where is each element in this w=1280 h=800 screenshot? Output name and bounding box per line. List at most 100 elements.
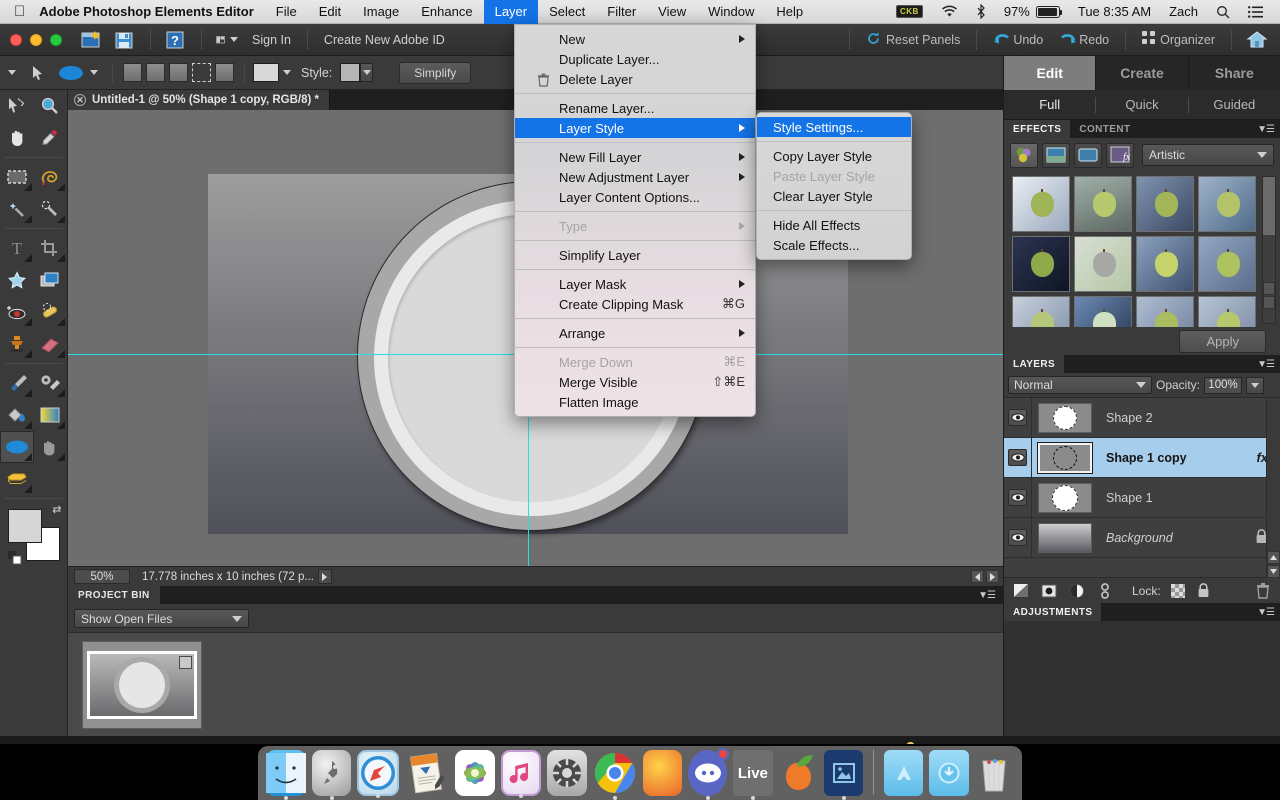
- menu-item-clear-layer-style[interactable]: Clear Layer Style: [757, 186, 911, 206]
- new-fill-layer-icon[interactable]: [1012, 582, 1030, 600]
- photoshop-elements-icon[interactable]: [823, 750, 864, 800]
- menu-item-layer-mask[interactable]: Layer Mask: [515, 274, 755, 294]
- menu-item-new[interactable]: New: [515, 29, 755, 49]
- lasso-tool[interactable]: [34, 161, 68, 193]
- adjustment-layer-icon[interactable]: [1068, 582, 1086, 600]
- save-icon[interactable]: [114, 30, 136, 50]
- effects-thumbnail-grid[interactable]: [1004, 172, 1280, 327]
- effect-thumbnail[interactable]: [1074, 236, 1132, 292]
- minimize-window-button[interactable]: [30, 33, 42, 46]
- effect-thumbnail[interactable]: [1074, 176, 1132, 232]
- style-swatch[interactable]: [340, 63, 361, 82]
- layer-visibility-toggle[interactable]: [1004, 477, 1032, 518]
- menu-item-merge-visible[interactable]: Merge Visible ⇧⌘E: [515, 372, 755, 392]
- panel-menu-icon[interactable]: ▼☰: [1257, 359, 1280, 370]
- move-tool-icon[interactable]: [20, 65, 56, 81]
- edit-mode-full[interactable]: Full: [1004, 97, 1095, 112]
- shape-area-exclude-button[interactable]: [215, 63, 234, 82]
- input-source-indicator[interactable]: CKB: [887, 5, 932, 18]
- tab-effects[interactable]: EFFECTS: [1004, 120, 1071, 138]
- menu-item-scale-effects[interactable]: Scale Effects...: [757, 235, 911, 255]
- layer-name[interactable]: Shape 2: [1106, 411, 1153, 425]
- quick-selection-tool[interactable]: [34, 193, 68, 225]
- menu-item-hide-all-effects[interactable]: Hide All Effects: [757, 215, 911, 235]
- project-bin-filter-select[interactable]: Show Open Files: [74, 609, 249, 628]
- swap-colors-icon[interactable]: ⇄: [52, 503, 61, 516]
- menu-item-new-fill-layer[interactable]: New Fill Layer: [515, 147, 755, 167]
- menu-filter[interactable]: Filter: [596, 0, 647, 24]
- menu-item-style-settings[interactable]: Style Settings...: [757, 117, 911, 137]
- apply-button[interactable]: Apply: [1179, 329, 1266, 353]
- status-scroll-left-icon[interactable]: [971, 570, 984, 583]
- bluetooth-icon[interactable]: [967, 4, 995, 19]
- shape-chevron-icon[interactable]: [90, 70, 98, 75]
- menu-image[interactable]: Image: [352, 0, 410, 24]
- menu-select[interactable]: Select: [538, 0, 596, 24]
- battery-indicator[interactable]: 97%: [995, 4, 1069, 19]
- opacity-chevron-icon[interactable]: [1246, 376, 1265, 394]
- search-icon[interactable]: [1207, 5, 1239, 19]
- menu-help[interactable]: Help: [765, 0, 814, 24]
- redo-icon[interactable]: [1051, 31, 1078, 48]
- layer-name[interactable]: Shape 1 copy: [1106, 451, 1187, 465]
- panel-menu-icon[interactable]: ▼☰: [1257, 124, 1280, 135]
- effects-scrollbar[interactable]: [1262, 176, 1276, 324]
- layer-thumbnail[interactable]: [1037, 441, 1093, 474]
- layer-visibility-toggle[interactable]: [1004, 437, 1032, 478]
- menu-item-duplicate-layer[interactable]: Duplicate Layer...: [515, 49, 755, 69]
- tab-edit[interactable]: Edit: [1003, 56, 1096, 90]
- menu-item-arrange[interactable]: Arrange: [515, 323, 755, 343]
- shape-color-swatch[interactable]: [253, 63, 279, 82]
- project-bin-thumbnail[interactable]: [82, 641, 202, 729]
- fl-studio-icon[interactable]: [779, 750, 818, 796]
- menu-item-simplify-layer[interactable]: Simplify Layer: [515, 245, 755, 265]
- layer-row-shape-1[interactable]: Shape 1: [1004, 477, 1280, 518]
- edit-mode-quick[interactable]: Quick: [1096, 97, 1187, 112]
- photo-effects-icon[interactable]: [1074, 142, 1102, 168]
- ableton-live-icon[interactable]: Live: [733, 750, 773, 800]
- filters-icon[interactable]: [1010, 142, 1038, 168]
- user-name[interactable]: Zach: [1160, 4, 1207, 19]
- finder-icon[interactable]: [266, 750, 306, 800]
- arrange-icon[interactable]: [216, 30, 238, 50]
- tool-options-chevron-icon[interactable]: [0, 70, 20, 75]
- trash-icon[interactable]: [1254, 582, 1272, 600]
- reset-panels-button[interactable]: Reset Panels: [883, 33, 968, 47]
- panel-menu-icon[interactable]: ▼☰: [978, 590, 1003, 601]
- launchpad-icon[interactable]: [312, 750, 352, 800]
- safari-icon[interactable]: [357, 750, 400, 798]
- tab-layers[interactable]: LAYERS: [1004, 355, 1065, 373]
- blend-mode-select[interactable]: Normal: [1008, 376, 1152, 394]
- redo-button[interactable]: Redo: [1078, 33, 1117, 47]
- layer-name[interactable]: Background: [1106, 531, 1173, 545]
- photos-icon[interactable]: [455, 750, 496, 796]
- hand-tool[interactable]: [0, 122, 34, 154]
- wifi-icon[interactable]: [932, 5, 967, 18]
- effect-thumbnail[interactable]: [1012, 176, 1070, 232]
- system-preferences-icon[interactable]: [547, 750, 587, 796]
- downloads-folder-icon[interactable]: [929, 750, 969, 796]
- opacity-input[interactable]: 100%: [1204, 376, 1243, 394]
- shape-area-new-button[interactable]: [123, 63, 142, 82]
- tab-adjustments[interactable]: ADJUSTMENTS: [1004, 603, 1102, 621]
- notification-center-icon[interactable]: [1239, 5, 1272, 18]
- recompose-tool[interactable]: [34, 264, 68, 296]
- style-chevron-icon[interactable]: [360, 63, 374, 82]
- new-file-icon[interactable]: [80, 30, 102, 50]
- shape-area-add-button[interactable]: [146, 63, 165, 82]
- undo-button[interactable]: Undo: [1012, 33, 1051, 47]
- blur-tool[interactable]: [34, 431, 68, 463]
- marquee-tool[interactable]: [0, 161, 34, 193]
- layer-styles-icon[interactable]: [1042, 142, 1070, 168]
- menu-item-delete-layer[interactable]: Delete Layer: [515, 69, 755, 89]
- project-bin-tab[interactable]: PROJECT BIN: [68, 586, 160, 604]
- layers-list[interactable]: Shape 2 Shape 1 copy fx Shape 1 Backgrou…: [1004, 397, 1280, 578]
- layers-scrollbar[interactable]: [1266, 398, 1280, 578]
- layer-thumbnail[interactable]: [1038, 402, 1092, 433]
- simplify-button[interactable]: Simplify: [399, 61, 472, 84]
- lock-all-icon[interactable]: [1195, 582, 1213, 600]
- menu-item-create-clipping-mask[interactable]: Create Clipping Mask ⌘G: [515, 294, 755, 314]
- effect-thumbnail[interactable]: [1198, 296, 1256, 327]
- project-bin-strip[interactable]: [68, 632, 1003, 736]
- default-colors-icon[interactable]: [7, 551, 22, 565]
